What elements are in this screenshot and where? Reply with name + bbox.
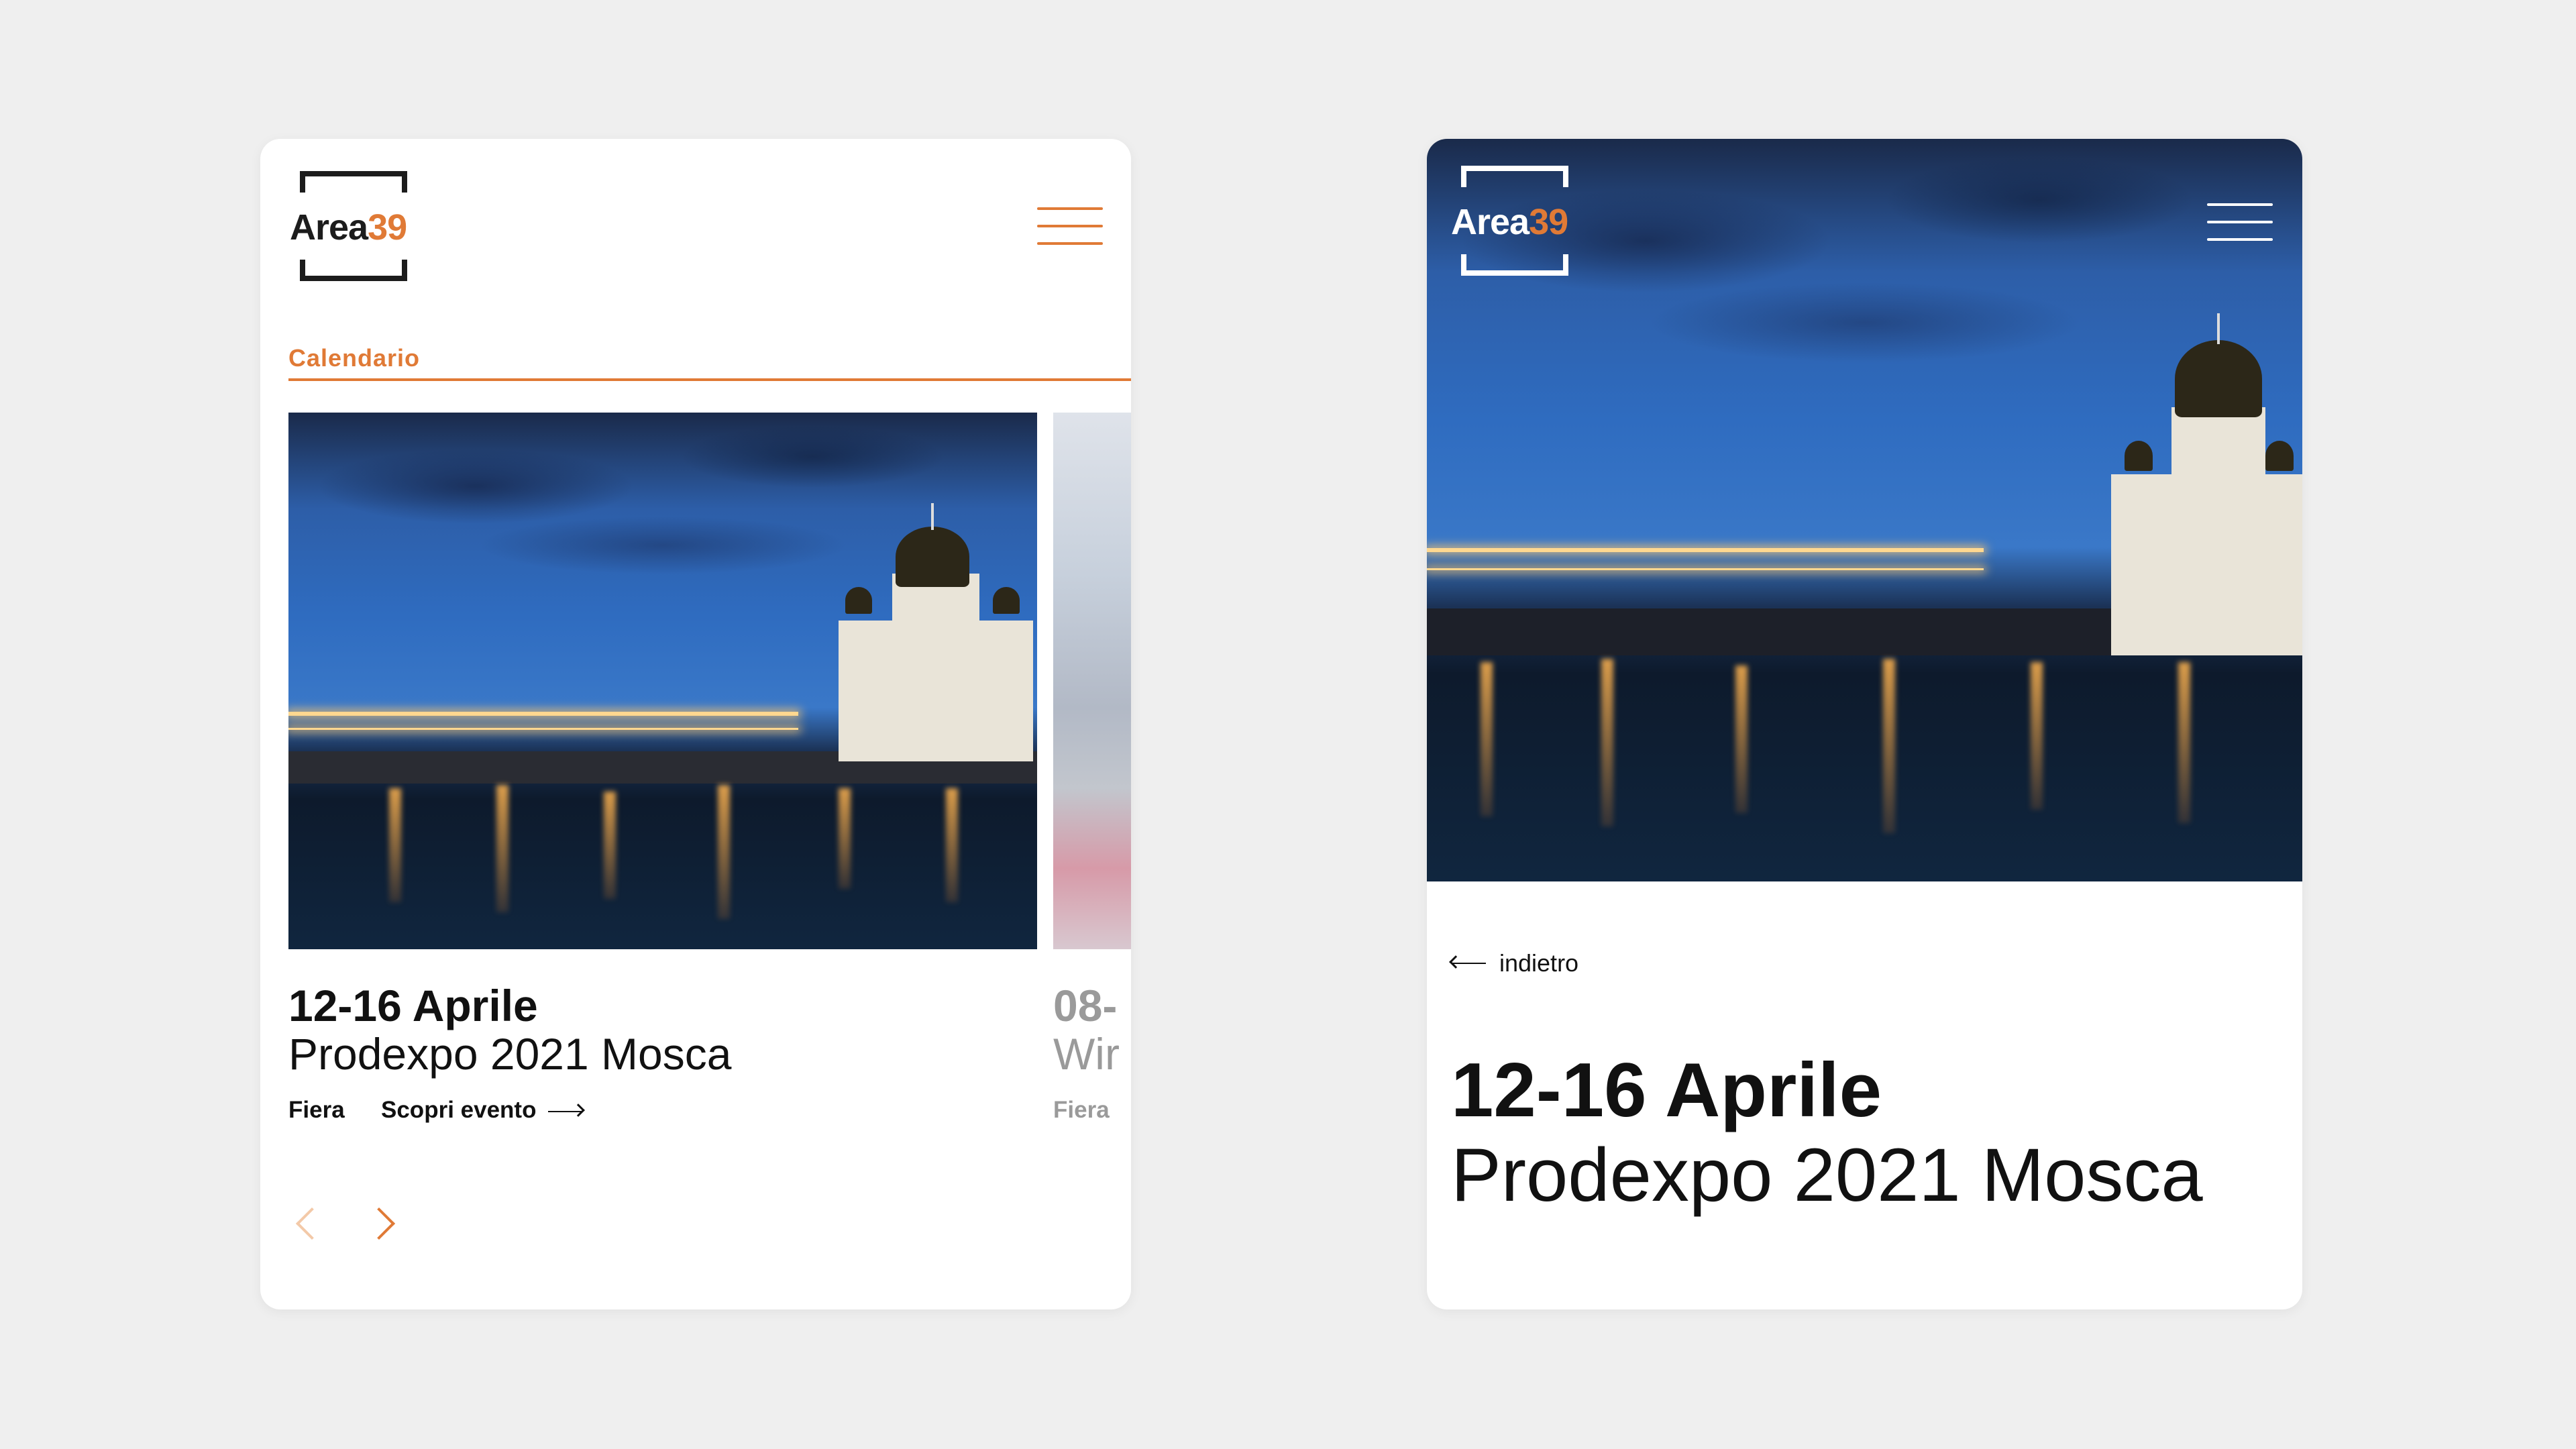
- area39-logo[interactable]: Area39: [1451, 166, 1582, 276]
- next-event-name[interactable]: Wir: [1053, 1030, 1120, 1078]
- event-name: Prodexpo 2021 Mosca: [1451, 1133, 2203, 1217]
- event-name[interactable]: Prodexpo 2021 Mosca: [288, 1030, 731, 1078]
- logo-bracket-bottom: [1461, 254, 1568, 276]
- event-date: 12-16 Aprile: [288, 981, 538, 1030]
- event-detail-screen: Area39 indietro 12-16 Aprile Prodexpo 20…: [1427, 139, 2302, 1309]
- discover-event-link[interactable]: Scopri evento: [381, 1097, 584, 1124]
- event-date: 12-16 Aprile: [1451, 1048, 1882, 1133]
- logo-bracket-bottom: [300, 260, 407, 281]
- area39-logo[interactable]: Area39: [290, 171, 421, 281]
- arrow-right-icon: [548, 1110, 584, 1112]
- hamburger-icon[interactable]: [2207, 203, 2273, 241]
- logo-text: Area39: [290, 207, 407, 248]
- event-image-next[interactable]: [1053, 413, 1131, 949]
- logo-bracket-top: [1461, 166, 1568, 187]
- arrow-left-icon: [1451, 963, 1486, 964]
- next-event-date: 08-: [1053, 981, 1118, 1030]
- calendar-list-screen: Area39 Calendario 12-16 Aprile Prodexpo …: [260, 139, 1131, 1309]
- section-label: Calendario: [288, 344, 421, 372]
- back-label: indietro: [1499, 949, 1579, 977]
- next-event-type: Fiera: [1053, 1097, 1110, 1123]
- back-link[interactable]: indietro: [1451, 949, 1578, 977]
- chevron-right-icon[interactable]: [362, 1207, 396, 1240]
- event-type: Fiera: [288, 1097, 345, 1123]
- chevron-left-icon[interactable]: [295, 1207, 329, 1240]
- logo-text: Area39: [1451, 202, 1568, 242]
- event-image[interactable]: [288, 413, 1037, 949]
- hamburger-icon[interactable]: [1037, 207, 1103, 245]
- section-divider: [288, 378, 1131, 381]
- logo-bracket-top: [300, 171, 407, 193]
